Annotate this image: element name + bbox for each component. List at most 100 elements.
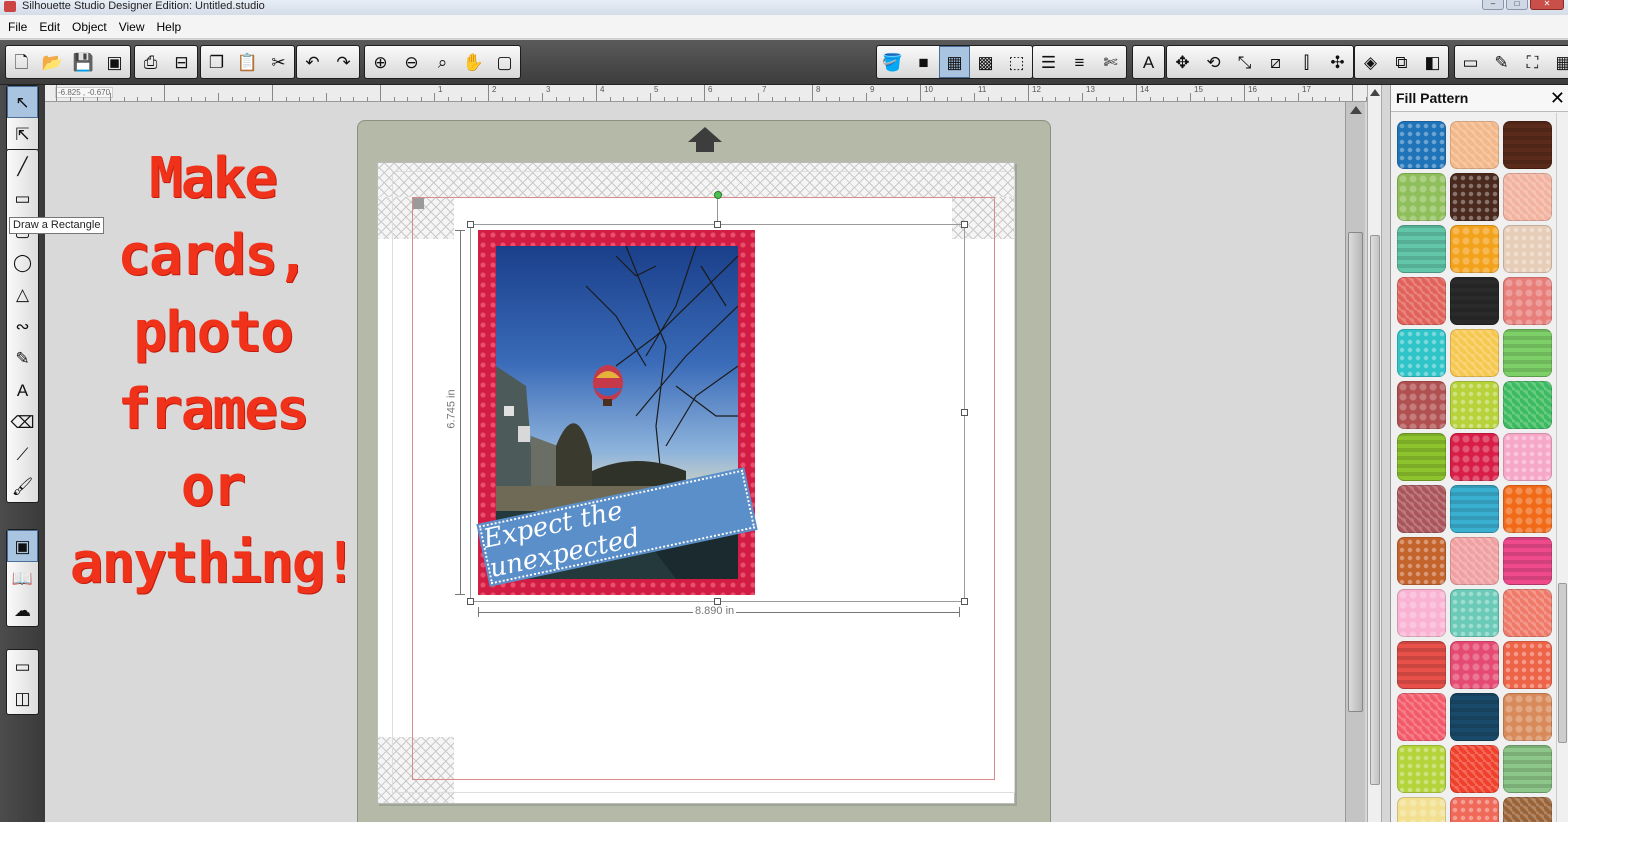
- fill-pattern-swatch[interactable]: [1503, 381, 1552, 429]
- fill-pattern-swatch[interactable]: [1450, 693, 1499, 741]
- fill-pattern-swatch[interactable]: [1503, 641, 1552, 689]
- line-weight-button[interactable]: ≡: [1064, 46, 1095, 78]
- design-view-tool[interactable]: ▭: [7, 650, 38, 682]
- menu-file[interactable]: File: [2, 20, 33, 34]
- fill-pattern-swatch[interactable]: [1397, 381, 1446, 429]
- fill-pattern-swatch[interactable]: [1397, 121, 1446, 169]
- resize-handle-top[interactable]: [714, 221, 721, 228]
- menu-view[interactable]: View: [113, 20, 151, 34]
- fill-pattern-swatch[interactable]: [1397, 797, 1446, 822]
- scrollbar-thumb[interactable]: [1348, 232, 1363, 712]
- draw-line-tool[interactable]: ╱: [7, 150, 38, 182]
- pattern-list-scrollbar[interactable]: [1556, 113, 1568, 822]
- fill-pattern-swatch[interactable]: [1450, 381, 1499, 429]
- replicate-button[interactable]: ✣: [1322, 46, 1353, 78]
- pan-hand-button[interactable]: ✋: [458, 46, 489, 78]
- pattern-list-scrollbar-thumb[interactable]: [1558, 583, 1567, 743]
- panel-scroll-up-arrow-icon[interactable]: [1370, 89, 1380, 96]
- close-window-button[interactable]: ✕: [1530, 0, 1564, 10]
- menu-object[interactable]: Object: [66, 20, 113, 34]
- scale-button[interactable]: ⤡: [1229, 46, 1260, 78]
- rotation-handle[interactable]: [714, 191, 722, 199]
- copy-button[interactable]: ❐: [201, 46, 232, 78]
- fill-pattern-swatch[interactable]: [1450, 329, 1499, 377]
- resize-handle-bottom-left[interactable]: [467, 598, 474, 605]
- fill-pattern-swatch[interactable]: [1450, 173, 1499, 221]
- library-book-tool[interactable]: 📖: [7, 562, 38, 594]
- knife-tool[interactable]: ⟋: [7, 438, 38, 470]
- edit-points-tool[interactable]: ⇱: [7, 118, 38, 150]
- fill-pattern-swatch[interactable]: [1503, 225, 1552, 273]
- fill-pattern-swatch[interactable]: [1397, 693, 1446, 741]
- panel-side-scrollbar[interactable]: [1367, 85, 1382, 822]
- trace-button[interactable]: ◧: [1417, 46, 1448, 78]
- fill-pattern-swatch[interactable]: [1503, 589, 1552, 637]
- fill-pattern-swatch[interactable]: [1503, 485, 1552, 533]
- fill-pattern-swatch[interactable]: [1503, 121, 1552, 169]
- fill-pattern-swatch[interactable]: [1450, 797, 1499, 822]
- fill-pattern-swatch[interactable]: [1450, 537, 1499, 585]
- fill-pattern-swatch[interactable]: [1397, 485, 1446, 533]
- new-page-button[interactable]: 🗋: [6, 46, 37, 78]
- modify-button[interactable]: ◈: [1355, 46, 1386, 78]
- open-folder-button[interactable]: 📂: [37, 46, 68, 78]
- fill-pattern-swatch[interactable]: [1450, 485, 1499, 533]
- resize-handle-right[interactable]: [961, 409, 968, 416]
- panel-scrollbar-thumb[interactable]: [1370, 235, 1380, 785]
- scroll-up-arrow-icon[interactable]: [1350, 106, 1362, 114]
- eraser-tool[interactable]: ⌫: [7, 406, 38, 438]
- close-panel-button[interactable]: ✕: [1550, 89, 1565, 107]
- fill-pattern-swatch[interactable]: [1503, 329, 1552, 377]
- move-button[interactable]: ✥: [1167, 46, 1198, 78]
- fill-pattern-swatch[interactable]: [1450, 433, 1499, 481]
- text-style-button[interactable]: A: [1133, 46, 1164, 78]
- resize-handle-top-left[interactable]: [467, 221, 474, 228]
- draw-ellipse-tool[interactable]: ◯: [7, 246, 38, 278]
- fill-pattern-swatch[interactable]: [1397, 277, 1446, 325]
- fill-pattern-swatch[interactable]: [1503, 745, 1552, 793]
- draw-polygon-tool[interactable]: △: [7, 278, 38, 310]
- align-button[interactable]: ⫿: [1291, 46, 1322, 78]
- resize-handle-bottom[interactable]: [714, 598, 721, 605]
- maximize-button[interactable]: □: [1506, 0, 1528, 10]
- line-color-button[interactable]: ⬚: [1001, 46, 1032, 78]
- shapes-library-tool[interactable]: ▣: [7, 530, 38, 562]
- select-arrow-tool[interactable]: ↖: [7, 86, 38, 118]
- zoom-in-button[interactable]: ⊕: [365, 46, 396, 78]
- fill-pattern-swatch[interactable]: [1397, 329, 1446, 377]
- zoom-select-button[interactable]: ⌕: [427, 46, 458, 78]
- zoom-out-button[interactable]: ⊖: [396, 46, 427, 78]
- resize-handle-bottom-right[interactable]: [961, 598, 968, 605]
- undo-button[interactable]: ↶: [297, 46, 328, 78]
- freehand-pencil-tool[interactable]: ✎: [7, 342, 38, 374]
- paste-button[interactable]: 📋: [232, 46, 263, 78]
- fill-pattern-swatch[interactable]: [1503, 277, 1552, 325]
- cutter-button[interactable]: ⊟: [166, 46, 197, 78]
- fill-bucket-button[interactable]: 🪣: [877, 46, 908, 78]
- fill-pattern-swatch[interactable]: [1503, 173, 1552, 221]
- split-view-tool[interactable]: ◫: [7, 682, 38, 714]
- paint-brush-tool[interactable]: 🖌: [7, 470, 38, 502]
- grid-button[interactable]: ▦: [1548, 46, 1568, 78]
- cut-scissors-button[interactable]: ✂: [263, 46, 294, 78]
- curve-tool[interactable]: ∾: [7, 310, 38, 342]
- text-tool-tool[interactable]: A: [7, 374, 38, 406]
- fill-pattern-swatch[interactable]: [1503, 433, 1552, 481]
- fill-pattern-swatch[interactable]: [1450, 745, 1499, 793]
- save-button[interactable]: 💾: [68, 46, 99, 78]
- workspace-vertical-scrollbar[interactable]: [1345, 102, 1365, 822]
- draw-rectangle-tool[interactable]: ▭: [7, 182, 38, 214]
- menu-edit[interactable]: Edit: [33, 20, 66, 34]
- fill-pattern-swatch[interactable]: [1503, 797, 1552, 822]
- shear-button[interactable]: ⧄: [1260, 46, 1291, 78]
- sketch-button[interactable]: ✎: [1486, 46, 1517, 78]
- fill-pattern-swatch[interactable]: [1397, 537, 1446, 585]
- fill-pattern-swatch[interactable]: [1450, 225, 1499, 273]
- fill-pattern-swatch[interactable]: [1450, 589, 1499, 637]
- line-style-button[interactable]: ☰: [1033, 46, 1064, 78]
- resize-handle-top-right[interactable]: [961, 221, 968, 228]
- menu-help[interactable]: Help: [151, 20, 188, 34]
- fullscreen-button[interactable]: ⛶: [1517, 46, 1548, 78]
- fill-pattern-swatch[interactable]: [1397, 225, 1446, 273]
- rotate-button[interactable]: ⟲: [1198, 46, 1229, 78]
